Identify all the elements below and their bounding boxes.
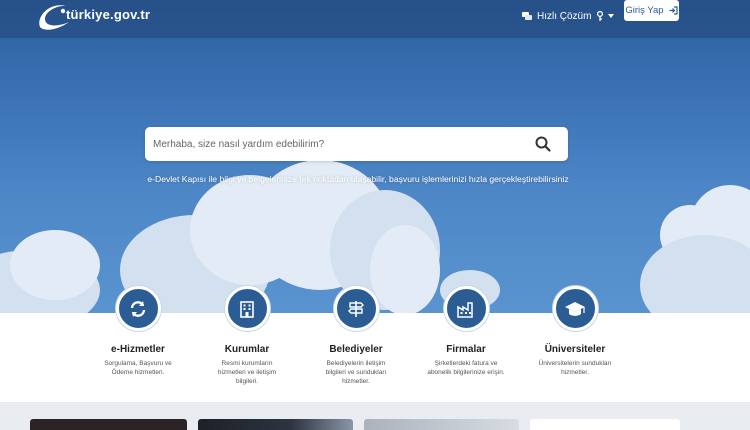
category-description: Sorgulama, Başvuru ve Ödeme hizmetleri.: [104, 360, 172, 376]
chat-bubble-icon: [522, 11, 532, 20]
category-title: Firmalar: [446, 344, 486, 355]
category-kurumlar[interactable]: Kurumlar Resmi kurumların hizmetleri ve …: [192, 286, 302, 386]
category-description: Resmi kurumların hizmetleri ve iletişim …: [217, 360, 277, 385]
category-title: e-Hizmetler: [111, 344, 165, 355]
category-belediyeler[interactable]: Belediyeler Belediyelerin iletişim bilgi…: [301, 286, 411, 386]
search-icon[interactable]: [534, 135, 552, 153]
cloud-decoration: [640, 235, 750, 313]
logo-text: türkiye.gov.tr: [66, 7, 151, 22]
graduation-cap-icon: [565, 301, 585, 316]
hero-subtitle: e-Devlet Kapısı ile bilgi ve belgelerini…: [147, 174, 569, 184]
category-universiteler[interactable]: Üniversiteler Üniversitelerin sundukları…: [520, 286, 630, 377]
refresh-icon: [130, 300, 146, 317]
category-description: Şirketlerdeki fatura ve abonelik bilgile…: [427, 360, 505, 376]
quick-help-link[interactable]: Hızlı Çözüm: [522, 6, 591, 26]
category-icon-circle: [224, 286, 270, 331]
quick-help-label: Hızlı Çözüm: [537, 10, 592, 22]
building-icon: [240, 300, 254, 318]
category-e-hizmetler[interactable]: e-Hizmetler Sorgulama, Başvuru ve Ödeme …: [83, 286, 193, 377]
key-icon: [596, 11, 604, 21]
category-firmalar[interactable]: Firmalar Şirketlerdeki fatura ve aboneli…: [411, 286, 521, 377]
chevron-down-icon: [608, 14, 614, 18]
category-icon-circle: [115, 286, 161, 331]
signpost-icon: [348, 300, 364, 317]
featured-card[interactable]: [30, 419, 187, 430]
category-title: Belediyeler: [329, 344, 383, 355]
category-icon-circle: [443, 286, 489, 331]
sign-in-icon: [669, 6, 678, 15]
featured-card[interactable]: [364, 419, 519, 430]
login-label: Giriş Yap: [625, 5, 664, 16]
hero-banner: türkiye.gov.tr Hızlı Çözüm Giriş Yap Mer…: [0, 0, 750, 313]
featured-card[interactable]: [530, 419, 680, 430]
category-description: Belediyelerin iletişim bilgileri ve sund…: [325, 360, 387, 385]
category-title: Üniversiteler: [544, 344, 606, 355]
login-button[interactable]: Giriş Yap: [624, 0, 679, 21]
category-icon-circle: [333, 286, 379, 331]
category-title: Kurumlar: [224, 344, 270, 355]
featured-card[interactable]: [198, 419, 353, 430]
category-description: Üniversitelerin sundukları hizmetler.: [538, 360, 612, 376]
accessibility-menu-toggle[interactable]: [596, 6, 614, 26]
search-input[interactable]: [153, 135, 523, 153]
category-icon-circle: [552, 286, 598, 331]
site-logo[interactable]: türkiye.gov.tr: [36, 2, 154, 32]
search-box: [145, 127, 568, 161]
factory-icon: [457, 301, 473, 318]
